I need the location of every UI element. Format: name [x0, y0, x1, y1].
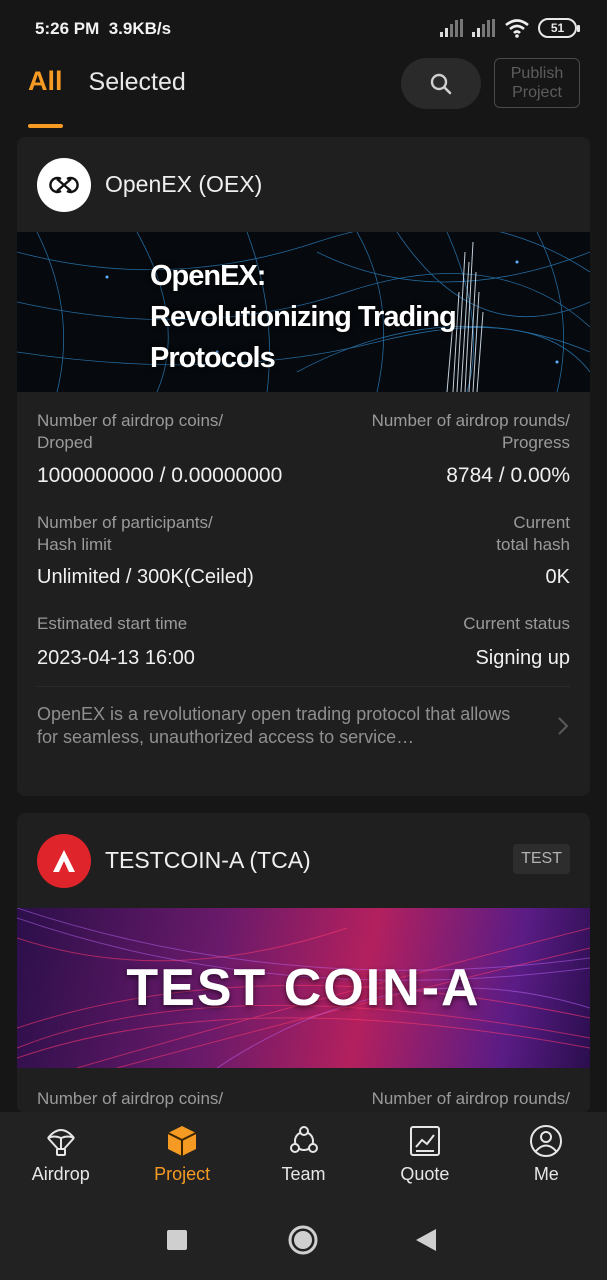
nav-project[interactable]: Project [121, 1112, 242, 1200]
battery-icon: 51 [538, 18, 580, 38]
airdrop-rounds-label: Number of airdrop rounds/Progress [371, 411, 570, 452]
nav-label: Project [154, 1164, 211, 1184]
user-icon [530, 1125, 563, 1157]
banner-headline: OpenEX: Revolutionizing Trading Protocol… [150, 256, 457, 379]
banner-line: OpenEX: [150, 260, 266, 292]
square-icon [167, 1230, 187, 1250]
team-icon [289, 1126, 318, 1153]
nav-quote[interactable]: Quote [364, 1112, 485, 1200]
tca-logo [37, 833, 91, 888]
total-hash-value: 0K [545, 566, 570, 588]
total-hash-label: Current total hash [496, 513, 570, 554]
project-title: TESTCOIN-A (TCA) [105, 847, 311, 873]
tab-selected[interactable]: Selected [89, 64, 186, 124]
airdrop-rounds-value: 8784 / 0.00% [446, 464, 570, 487]
testcoin-logo-icon [53, 849, 75, 872]
start-time-value: 2023-04-13 16:00 [37, 647, 195, 669]
status-bar: 5:26 PM 3.9KB/s 51 [0, 0, 607, 58]
back-triangle-icon [416, 1229, 436, 1251]
status-value: Signing up [475, 647, 570, 669]
clock: 5:26 PM [35, 19, 100, 38]
card-header: TESTCOIN-A (TCA) TEST [17, 813, 590, 908]
search-button[interactable] [401, 58, 481, 109]
project-banner: TEST COIN-A [17, 908, 590, 1068]
publish-label: Publish [510, 65, 564, 82]
project-title: OpenEX (OEX) [105, 171, 263, 197]
signal-icon [472, 19, 495, 37]
airdrop-rounds-label: Number of airdrop rounds/ [371, 1089, 570, 1108]
status-time: 5:26 PM 3.9KB/s [35, 19, 171, 39]
project-card-oex[interactable]: OpenEX (OEX) OpenEX: Revolutionizing Tra… [17, 137, 590, 796]
network-speed: 3.9KB/s [108, 19, 172, 38]
nav-label: Team [281, 1164, 326, 1184]
nav-airdrop[interactable]: Airdrop [0, 1112, 121, 1200]
system-navigation-bar [0, 1200, 607, 1280]
airdrop-coins-value: 1000000000 / 0.00000000 [37, 464, 283, 487]
stats-row: Number of participants/Hash limit Curren… [37, 512, 570, 556]
project-tabs: All Selected [28, 64, 186, 128]
parachute-icon [46, 1129, 75, 1156]
nav-label: Airdrop [31, 1164, 90, 1184]
banner-line: Revolutionizing Trading [150, 301, 457, 333]
airdrop-coins-label: Number of airdrop coins/ [37, 1089, 224, 1108]
participants-value: Unlimited / 300K(Ceiled) [37, 566, 254, 588]
banner-line: Protocols [150, 342, 276, 374]
nav-label: Me [533, 1164, 559, 1184]
battery-level: 51 [550, 21, 565, 35]
stats-row: 1000000000 / 0.00000000 8784 / 0.00% [37, 454, 570, 488]
home-button[interactable] [287, 1224, 319, 1261]
publish-project-button[interactable]: Publish Project [494, 58, 580, 108]
status-icons: 51 [440, 18, 580, 38]
wifi-icon [505, 19, 529, 38]
signal-icon [440, 19, 463, 37]
chevron-right-icon [558, 717, 569, 735]
stats-row: Estimated start time Current status [37, 613, 570, 635]
project-stats: Number of airdrop coins/ Number of airdr… [17, 1088, 590, 1110]
recents-button[interactable] [167, 1230, 187, 1255]
stats-row: 2023-04-13 16:00 Signing up [37, 635, 570, 670]
start-time-label: Estimated start time [37, 614, 188, 633]
home-circle-icon [288, 1225, 318, 1255]
nav-label: Quote [400, 1164, 450, 1184]
description-text: OpenEX is a revolutionary open trading p… [37, 704, 511, 747]
oex-logo [37, 157, 91, 212]
back-button[interactable] [416, 1229, 436, 1256]
project-label: Project [512, 84, 562, 101]
test-tag: TEST [513, 844, 570, 874]
nav-team[interactable]: Team [243, 1112, 364, 1200]
card-header: OpenEX (OEX) [17, 137, 590, 232]
project-description[interactable]: OpenEX is a revolutionary open trading p… [37, 686, 570, 749]
project-banner: OpenEX: Revolutionizing Trading Protocol… [17, 232, 590, 392]
tab-all[interactable]: All [28, 64, 63, 128]
project-stats: Number of airdrop coins/Droped Number of… [17, 410, 590, 670]
openex-logo-icon [49, 176, 79, 193]
stats-row: Number of airdrop coins/Droped Number of… [37, 410, 570, 454]
search-icon [430, 73, 452, 94]
nav-me[interactable]: Me [486, 1112, 607, 1200]
status-label: Current status [463, 614, 570, 633]
stats-row: Number of airdrop coins/ Number of airdr… [37, 1088, 570, 1110]
project-card-tca[interactable]: TESTCOIN-A (TCA) TEST TEST COIN-A Number… [17, 813, 590, 1113]
chart-icon [409, 1126, 440, 1156]
cube-icon [167, 1126, 197, 1156]
stats-row: Unlimited / 300K(Ceiled) 0K [37, 556, 570, 589]
banner-headline: TEST COIN-A [126, 959, 481, 1017]
bottom-navigation: Airdrop Project Team Quote Me [0, 1112, 607, 1200]
airdrop-coins-label: Number of airdrop coins/Droped [37, 411, 224, 452]
participants-label: Number of participants/Hash limit [37, 513, 213, 554]
